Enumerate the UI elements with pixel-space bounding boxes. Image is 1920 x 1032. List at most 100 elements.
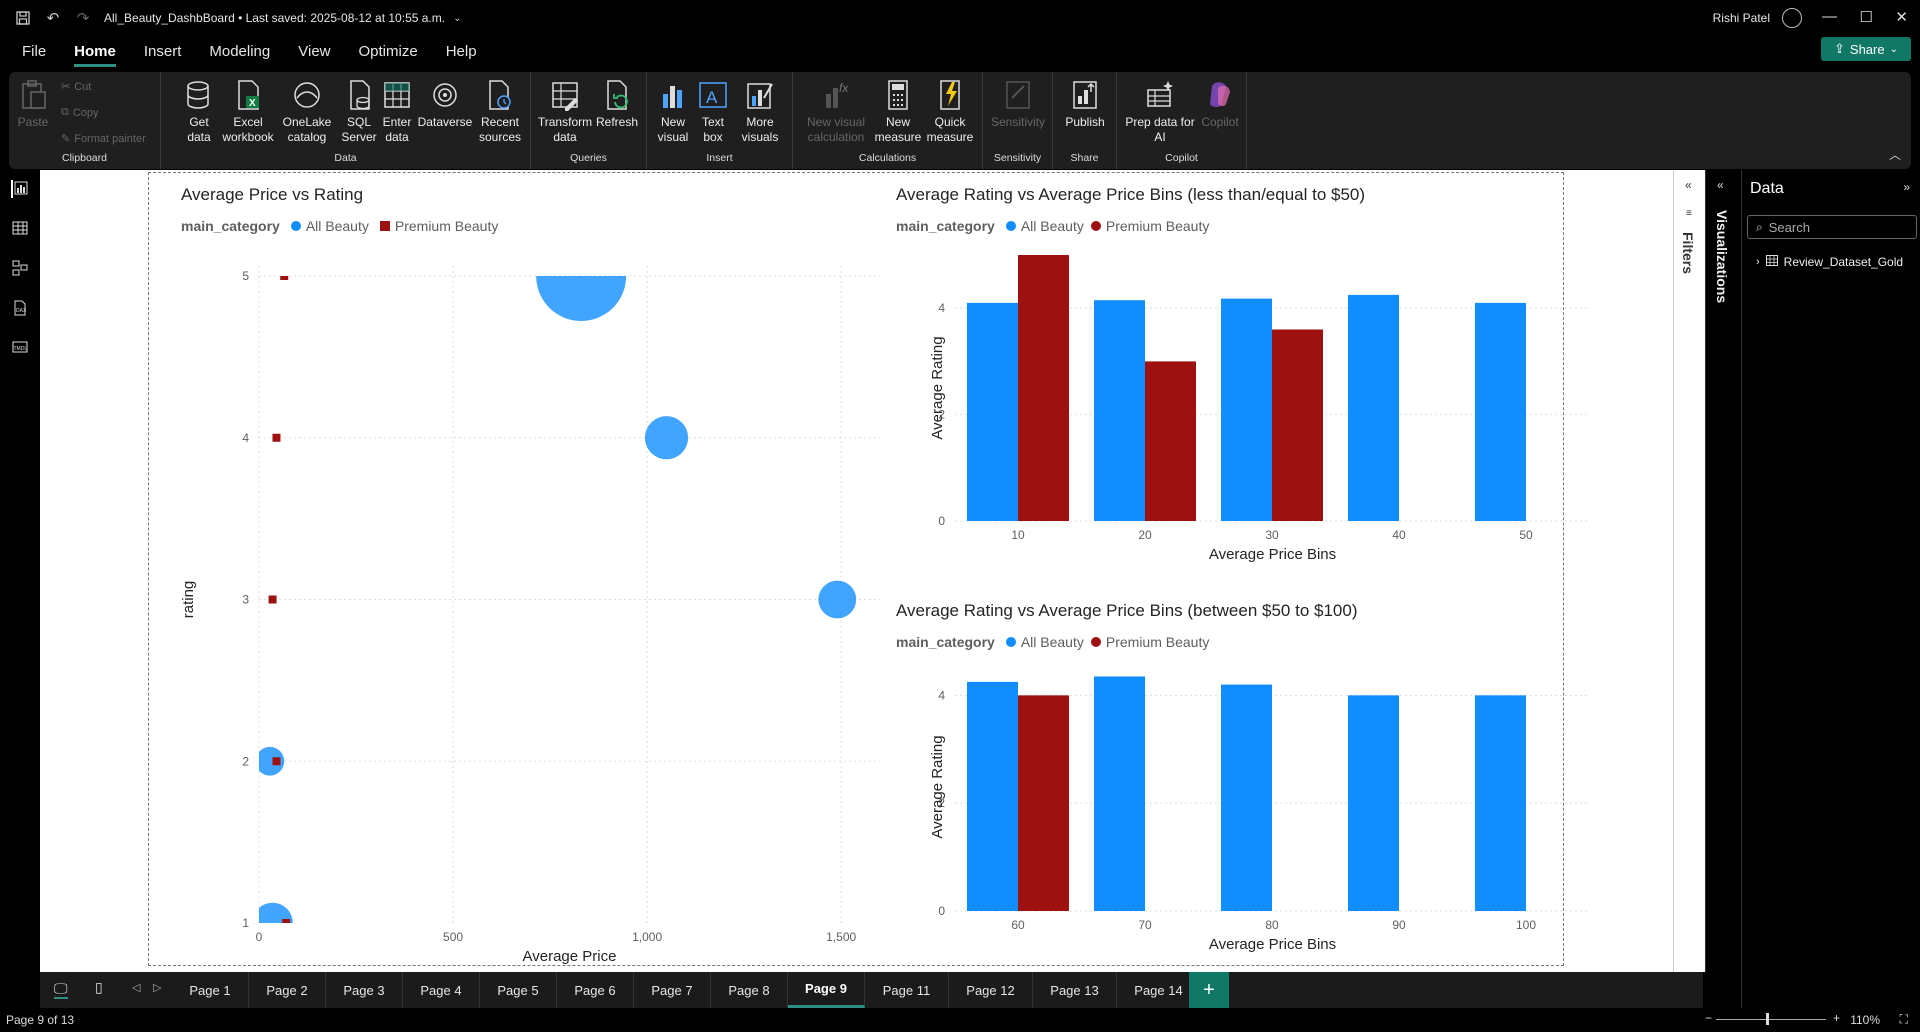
menu-file[interactable]: File	[22, 39, 46, 64]
prep-data-for-ai-button[interactable]: Prep data for AI	[1123, 78, 1197, 145]
desktop-layout-icon[interactable]: 🖵	[54, 980, 68, 999]
menu-help[interactable]: Help	[446, 39, 477, 64]
quick-measure-button[interactable]: Quick measure	[925, 78, 975, 145]
page-tab[interactable]: Page 13	[1033, 972, 1117, 1008]
text-box-button[interactable]: A Text box	[695, 78, 731, 145]
chevron-down-icon[interactable]: ⌄	[453, 13, 461, 24]
onelake-catalog-button[interactable]: OneLake catalog	[279, 78, 335, 145]
chevron-right-icon[interactable]: »	[1903, 180, 1910, 194]
zoom-in-icon[interactable]: +	[1833, 1011, 1840, 1025]
minimize-icon[interactable]: —	[1822, 8, 1837, 25]
transform-data-button[interactable]: Transform data	[537, 78, 593, 145]
fit-to-page-icon[interactable]: ⛶	[1900, 1012, 1908, 1027]
legend-all-beauty[interactable]: All Beauty	[306, 218, 369, 234]
data-table-item[interactable]: › Review_Dataset_Gold	[1756, 255, 1903, 269]
add-page-button[interactable]: +	[1189, 972, 1229, 1008]
visualizations-pane-collapsed[interactable]: « Visualizations	[1705, 170, 1740, 972]
legend-all-beauty[interactable]: All Beauty	[1021, 218, 1084, 234]
page-tab[interactable]: Page 2	[249, 972, 326, 1008]
legend-premium-beauty[interactable]: Premium Beauty	[395, 218, 498, 234]
chevron-left-icon[interactable]: «	[1685, 178, 1692, 192]
legend-all-beauty[interactable]: All Beauty	[1021, 634, 1084, 650]
sql-label: SQL	[346, 115, 371, 129]
filters-pane[interactable]: « ≡ Filters	[1673, 170, 1705, 972]
menu-home[interactable]: Home	[74, 39, 116, 67]
previous-page-icon[interactable]: ◁	[132, 981, 140, 994]
sensitivity-button[interactable]: Sensitivity	[989, 78, 1047, 130]
chevron-left-icon[interactable]: «	[1717, 178, 1724, 192]
page-tab[interactable]: Page 1	[172, 972, 249, 1008]
copilot-button[interactable]: Copilot	[1199, 78, 1241, 130]
page-tab[interactable]: Page 4	[403, 972, 480, 1008]
dax-query-view-icon[interactable]: DAX	[11, 300, 29, 318]
redo-icon[interactable]: ↷	[68, 0, 98, 36]
next-page-icon[interactable]: ▷	[153, 981, 161, 994]
get-data-button[interactable]: Get data	[181, 78, 217, 145]
table-view-icon[interactable]	[11, 220, 29, 238]
legend-premium-beauty-marker	[1090, 637, 1101, 647]
page-tab[interactable]: Page 8	[711, 972, 788, 1008]
search-input[interactable]: Search	[1769, 220, 1810, 235]
bar-chart-le-50[interactable]: 02410 20 30 40 50Average Price BinsAverage R…	[890, 238, 1600, 578]
table-name: Review_Dataset_Gold	[1783, 255, 1904, 269]
dataverse-button[interactable]: Dataverse	[417, 78, 473, 130]
page-tab[interactable]: Page 9	[788, 972, 865, 1008]
menu-modeling[interactable]: Modeling	[209, 39, 270, 64]
search-box[interactable]: ⌕ Search	[1747, 215, 1917, 239]
publish-button[interactable]: Publish	[1061, 78, 1109, 130]
legend-premium-beauty[interactable]: Premium Beauty	[1106, 218, 1209, 234]
page-tab[interactable]: Page 6	[557, 972, 634, 1008]
refresh-button[interactable]: Refresh	[593, 78, 641, 130]
legend-field: main_category	[181, 218, 280, 234]
format-painter-button[interactable]: ✎ Format painter	[61, 132, 146, 146]
enter-data-label: Enter	[382, 115, 412, 129]
new-visual-button[interactable]: New visual	[653, 78, 693, 145]
y-tick-label: 4	[938, 301, 945, 315]
document-title: All_Beauty_DashbBoard • Last saved: 2025…	[104, 11, 446, 25]
page-tab[interactable]: Page 12	[949, 972, 1033, 1008]
menu-insert[interactable]: Insert	[144, 39, 182, 64]
enter-data-button[interactable]: Enter data	[379, 78, 415, 145]
excel-workbook-button[interactable]: X Excel workbook	[221, 78, 275, 145]
page-tab[interactable]: Page 5	[480, 972, 557, 1008]
page-tab[interactable]: Page 11	[865, 972, 949, 1008]
scatter-chart[interactable]: 0 500 1,000 1,500 1 2 3 4 5 Average Price rating	[175, 240, 905, 965]
zoom-slider-thumb[interactable]	[1766, 1013, 1769, 1025]
legend-premium-beauty[interactable]: Premium Beauty	[1106, 634, 1209, 650]
copy-button[interactable]: ⧉ Copy	[61, 106, 99, 119]
avatar-icon[interactable]	[1782, 8, 1802, 28]
ribbon-group-clipboard: Paste ✂ Cut ⧉ Copy ✎ Format painter Clipboa…	[9, 72, 161, 169]
zoom-out-icon[interactable]: −	[1705, 1011, 1712, 1025]
recent-sources-button[interactable]: Recent sources	[475, 78, 525, 145]
maximize-icon[interactable]: ☐	[1860, 8, 1873, 26]
publish-label: Publish	[1065, 115, 1105, 129]
tmdl-view-icon[interactable]: TMDL	[11, 340, 29, 358]
paste-button[interactable]: Paste	[15, 78, 51, 130]
more-visuals-button[interactable]: More visuals	[735, 78, 785, 145]
new-measure-button[interactable]: New measure	[873, 78, 923, 145]
close-icon[interactable]: ✕	[1895, 8, 1908, 26]
new-measure-label-2: measure	[874, 130, 922, 144]
new-visual-calculation-button[interactable]: fx New visual calculation	[801, 78, 871, 145]
undo-icon[interactable]: ↶	[38, 0, 68, 36]
menu-optimize[interactable]: Optimize	[359, 39, 418, 64]
menu-view[interactable]: View	[298, 39, 330, 64]
bar-chart-50-100[interactable]: 02460 70 80 90 100Average Price BinsAverage …	[890, 654, 1600, 970]
cut-button[interactable]: ✂ Cut	[61, 80, 91, 94]
status-bar: Page 9 of 13 − + 110% ⛶	[0, 1008, 1920, 1032]
sql-server-button[interactable]: SQL Server	[339, 78, 379, 145]
chevron-right-icon[interactable]: ›	[1756, 256, 1760, 268]
mobile-layout-icon[interactable]: ▯	[95, 979, 103, 996]
quick-measure-label: Quick	[934, 115, 966, 129]
page-tab[interactable]: Page 3	[326, 972, 403, 1008]
collapse-ribbon-icon[interactable]: ︿	[1889, 146, 1901, 163]
save-icon[interactable]	[8, 0, 38, 36]
report-view-icon[interactable]	[11, 180, 29, 198]
zoom-slider[interactable]	[1716, 1013, 1826, 1025]
bar-premium-beauty	[1018, 695, 1069, 911]
page-tab[interactable]: Page 7	[634, 972, 711, 1008]
share-button[interactable]: ⇪ Share ⌄	[1821, 37, 1911, 61]
chart3-title: Average Rating vs Average Price Bins (be…	[896, 601, 1358, 620]
x-axis-title: Average Price	[523, 948, 617, 965]
model-view-icon[interactable]	[11, 260, 29, 278]
